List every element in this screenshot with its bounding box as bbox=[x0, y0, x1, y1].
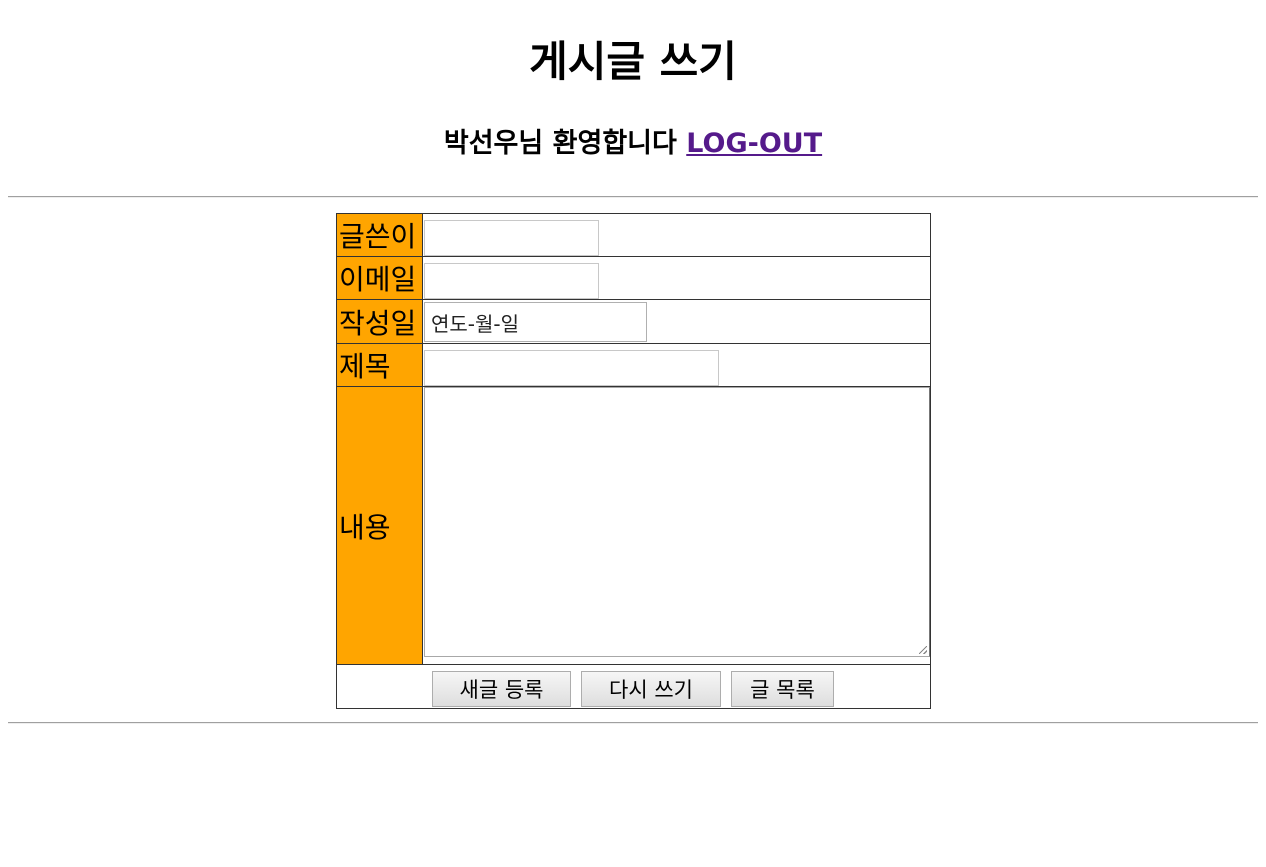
subject-row: 제목 bbox=[337, 344, 930, 387]
list-button[interactable]: 글 목록 bbox=[731, 671, 834, 707]
date-row: 작성일 연도-월-일 bbox=[337, 300, 930, 344]
author-label: 글쓴이 bbox=[337, 214, 423, 256]
welcome-header: 박선우님 환영합니다 LOG-OUT bbox=[0, 124, 1266, 164]
bottom-divider bbox=[8, 722, 1258, 724]
welcome-text: 박선우님 환영합니다 bbox=[443, 128, 677, 159]
email-label: 이메일 bbox=[337, 257, 423, 299]
subject-label: 제목 bbox=[337, 344, 423, 386]
author-input[interactable] bbox=[424, 220, 599, 256]
author-row: 글쓴이 bbox=[337, 214, 930, 257]
logout-link[interactable]: LOG-OUT bbox=[686, 128, 822, 159]
submit-button[interactable]: 새글 등록 bbox=[432, 671, 571, 707]
content-row: 내용 bbox=[337, 387, 930, 665]
write-form-table: 글쓴이 이메일 작성일 연도-월-일 제목 내용 새글 등록 다시 쓰기 글 목… bbox=[336, 213, 931, 709]
date-input[interactable]: 연도-월-일 bbox=[424, 302, 647, 342]
page-title: 게시글 쓰기 bbox=[529, 37, 737, 86]
subject-input[interactable] bbox=[424, 350, 719, 386]
date-label: 작성일 bbox=[337, 300, 423, 343]
reset-button[interactable]: 다시 쓰기 bbox=[581, 671, 721, 707]
buttons-row: 새글 등록 다시 쓰기 글 목록 bbox=[337, 665, 930, 708]
content-label: 내용 bbox=[337, 387, 423, 664]
email-input[interactable] bbox=[424, 263, 599, 299]
top-divider bbox=[8, 196, 1258, 198]
email-row: 이메일 bbox=[337, 257, 930, 300]
content-textarea[interactable] bbox=[424, 387, 930, 657]
resize-handle-icon[interactable] bbox=[919, 646, 927, 654]
